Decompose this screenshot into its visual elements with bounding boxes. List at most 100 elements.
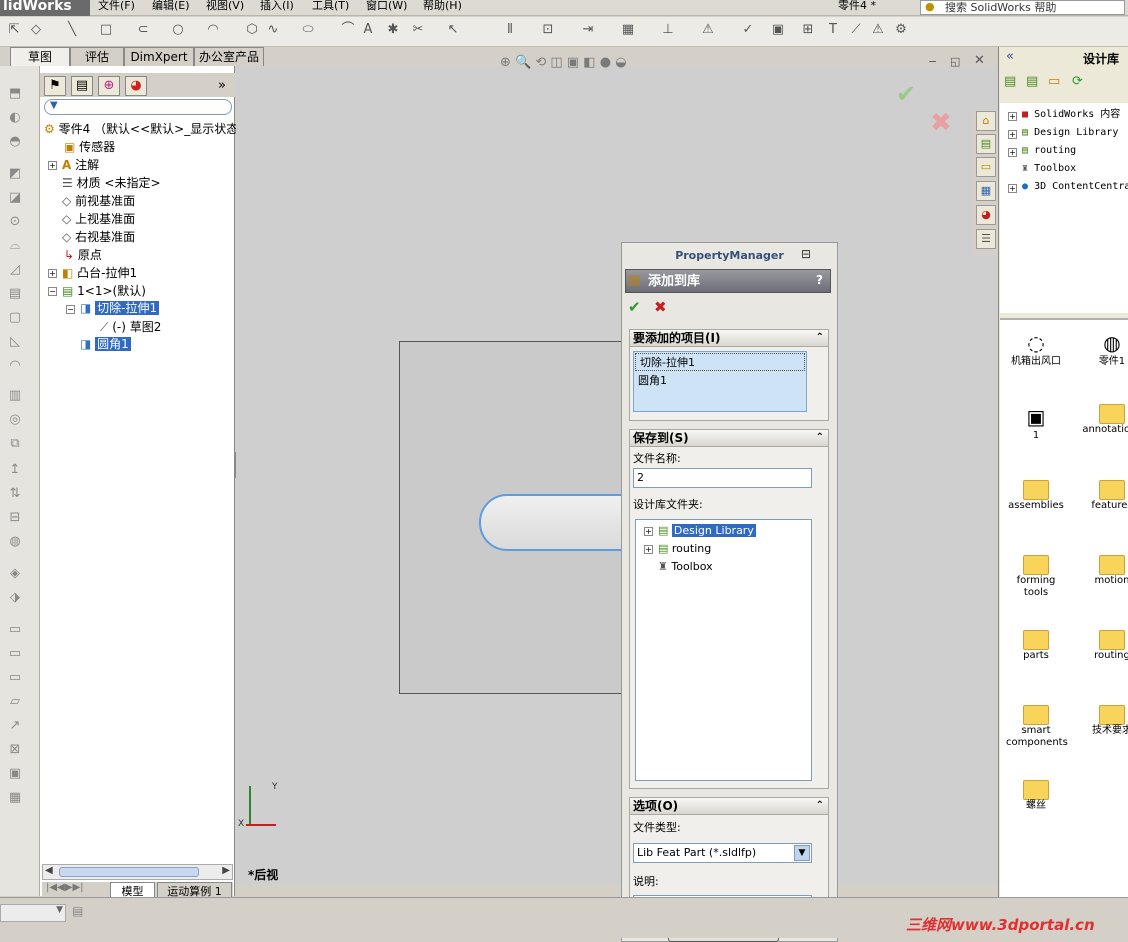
menu-window[interactable]: 窗口(W)	[366, 0, 407, 12]
folder-toolbox[interactable]: ♜ Toolbox	[658, 559, 713, 575]
rectangle-icon[interactable]: □	[98, 22, 114, 38]
cancel-x-icon[interactable]: ✖	[930, 108, 952, 138]
rapid-sketch-icon[interactable]: ▣	[770, 22, 786, 38]
line-icon[interactable]: ╲	[64, 22, 80, 38]
pattern-circular-icon[interactable]: ◎	[6, 412, 24, 428]
fillet-icon[interactable]: ⌒	[340, 22, 356, 38]
library-item-routing[interactable]: ▤ routing	[1022, 144, 1076, 158]
curves-icon[interactable]: ↥	[6, 462, 24, 478]
intersect-icon[interactable]: ◈	[6, 566, 24, 582]
folder-design-library[interactable]: ▤ Design Library	[658, 523, 756, 539]
filename-input[interactable]: 2	[633, 468, 812, 488]
check-sketch-icon[interactable]: ⟋	[848, 22, 864, 38]
library-item-solidworks-content[interactable]: ■ SolidWorks 内容	[1022, 108, 1120, 122]
options-section-header[interactable]: 选项(O) ⌃	[629, 797, 829, 815]
folder-tree[interactable]: + ▤ Design Library + ▤ routing ♜ Toolbox	[635, 519, 812, 781]
tree-item-top-plane[interactable]: ◇ 上视基准面	[62, 211, 135, 227]
menu-file[interactable]: 文件(F)	[98, 0, 135, 12]
tree-item-cut-extrude[interactable]: ◨ 切除-拉伸1	[80, 300, 160, 316]
tree-root[interactable]: ⚙ 零件4 （默认<<默认>_显示状态	[44, 121, 238, 137]
chevron-down-icon[interactable]: ▼	[56, 905, 63, 915]
tree-item-right-plane[interactable]: ◇ 右视基准面	[62, 229, 135, 245]
library-icon-item[interactable]: motion	[1082, 555, 1128, 587]
tab-dimxpert[interactable]: DimXpert	[124, 47, 194, 66]
library-item-toolbox[interactable]: ♜ Toolbox	[1022, 162, 1076, 176]
zoom-fit-icon[interactable]: ⊕	[500, 55, 511, 70]
wrap-icon[interactable]: ◍	[6, 534, 24, 550]
tree-item-front-plane[interactable]: ◇ 前视基准面	[62, 193, 135, 209]
display-style-icon[interactable]: ◧	[583, 55, 595, 70]
tab-evaluate[interactable]: 评估	[70, 47, 124, 66]
add-file-location-icon[interactable]: ▤	[1026, 74, 1038, 89]
pin-icon[interactable]: ⊟	[801, 247, 811, 261]
section-icon[interactable]: ◫	[550, 55, 562, 70]
library-icon-item[interactable]: annotations	[1082, 404, 1128, 436]
slot-icon[interactable]: ⊂	[135, 22, 151, 38]
ok-check-icon[interactable]: ✔	[628, 298, 641, 316]
spline-icon[interactable]: ∿	[265, 22, 281, 38]
draft-icon[interactable]: ◺	[6, 334, 24, 350]
offset-icon[interactable]: ⊡	[540, 22, 556, 38]
status-combo[interactable]: ▼	[0, 904, 66, 922]
tree-horizontal-scrollbar[interactable]: ◀ ▶	[42, 864, 233, 880]
combine-icon[interactable]: ⬗	[6, 590, 24, 606]
dome-icon[interactable]: ◠	[6, 358, 24, 374]
zoom-area-icon[interactable]: 🔍	[515, 55, 531, 70]
menu-view[interactable]: 视图(V)	[206, 0, 244, 12]
mirror-feature-icon[interactable]: ⧉	[6, 436, 24, 452]
design-library-tab-icon[interactable]: ▤	[976, 134, 996, 154]
view-orientation-icon[interactable]: ▣	[567, 55, 579, 70]
relations-icon[interactable]: ⊥	[660, 22, 676, 38]
menu-help[interactable]: 帮助(H)	[423, 0, 462, 12]
library-item-design-library[interactable]: ▤ Design Library	[1022, 126, 1118, 140]
display-style-icon[interactable]: ▣	[6, 766, 24, 782]
tab-nav-icon[interactable]: |◀◀▶▶|	[46, 882, 84, 893]
tree-item-boss-extrude[interactable]: ◧ 凸台-拉伸1	[62, 265, 137, 281]
create-folder-icon[interactable]: ▭	[1048, 74, 1060, 89]
config-tab-icon[interactable]: ⊕	[98, 76, 120, 96]
expand-icon[interactable]: +	[1008, 184, 1017, 193]
fillet-feature-icon[interactable]: ⌓	[6, 238, 24, 254]
library-icon-item[interactable]: parts	[1006, 630, 1066, 662]
library-icon-item[interactable]: forming tools	[1006, 555, 1066, 599]
tree-item-sensors[interactable]: ▣ 传感器	[64, 139, 115, 155]
view-front-icon[interactable]: ▭	[6, 622, 24, 638]
library-icon-item[interactable]: ▣ 1	[1006, 404, 1066, 442]
expand-panel-icon[interactable]: »	[218, 78, 226, 93]
view-palette-icon[interactable]: ▦	[976, 181, 996, 201]
trim-icon[interactable]: ✂	[410, 22, 426, 38]
window-close-icon[interactable]: ✕	[974, 53, 985, 68]
revolve-icon[interactable]: ◐	[6, 110, 24, 126]
tree-item-annotations[interactable]: A 注解	[62, 157, 99, 173]
point-icon[interactable]: ✱	[385, 22, 401, 38]
expand-icon[interactable]: +	[1008, 112, 1017, 121]
section-view-icon[interactable]: ⊠	[6, 742, 24, 758]
scroll-right-icon[interactable]: ▶	[222, 865, 230, 876]
appearances-icon[interactable]: ◕	[976, 205, 996, 225]
library-icon-item[interactable]: ◍ 零件1	[1082, 330, 1128, 368]
pointer-icon[interactable]: ⇱	[6, 22, 22, 38]
collapse-section-icon[interactable]: ⌃	[816, 430, 824, 446]
circle-icon[interactable]: ○	[170, 22, 186, 38]
sweep-icon[interactable]: ◓	[6, 134, 24, 150]
library-icon-item[interactable]: 技术要求	[1082, 705, 1128, 737]
expand-icon[interactable]: +	[1008, 148, 1017, 157]
settings-icon[interactable]: ⚙	[893, 22, 909, 38]
menu-edit[interactable]: 编辑(E)	[152, 0, 190, 12]
pattern-linear-icon[interactable]: ▥	[6, 388, 24, 404]
tab-office-products[interactable]: 办公室产品	[194, 47, 264, 66]
collapse-section-icon[interactable]: ⌃	[816, 330, 824, 346]
property-tab-icon[interactable]: ▤	[71, 76, 93, 96]
shell-icon[interactable]: ▢	[6, 310, 24, 326]
items-list[interactable]: 切除-拉伸1 圆角1	[633, 351, 807, 412]
library-icon-item[interactable]: assemblies	[1006, 480, 1066, 512]
collapse-section-icon[interactable]: ⌃	[816, 798, 824, 814]
expand-icon[interactable]: +	[644, 545, 653, 554]
extrude-icon[interactable]: ⬒	[6, 86, 24, 102]
expand-icon[interactable]: +	[48, 161, 57, 170]
folder-routing[interactable]: ▤ routing	[658, 541, 711, 557]
refresh-icon[interactable]: ⟳	[1072, 74, 1083, 89]
tab-sketch[interactable]: 草图	[10, 47, 70, 66]
smart-dimension-icon[interactable]: ◇	[28, 22, 44, 38]
library-item-3d-contentcentral[interactable]: ● 3D ContentCentral	[1022, 180, 1128, 194]
